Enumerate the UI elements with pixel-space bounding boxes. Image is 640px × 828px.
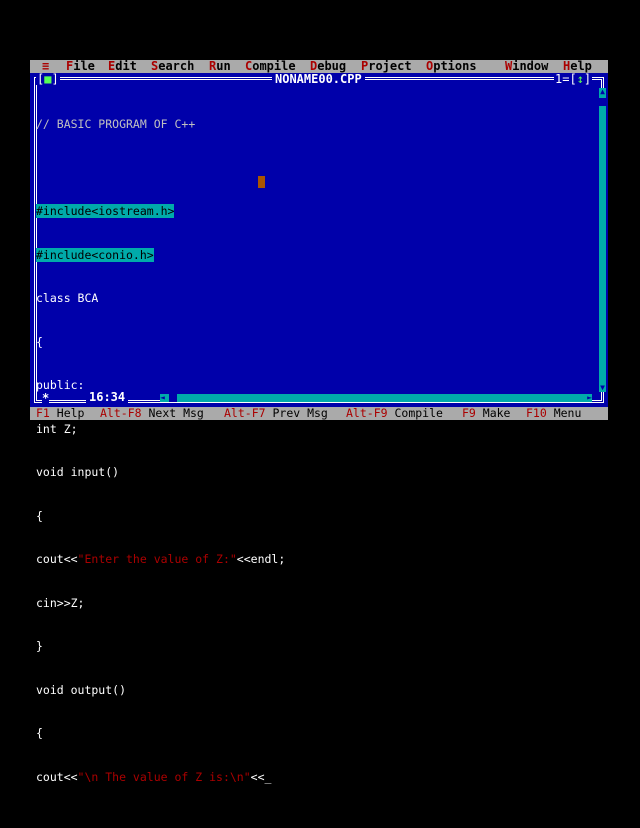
fkey-compile[interactable]: Alt-F9 Compile — [346, 407, 443, 420]
fkey-help[interactable]: F1 Help — [36, 407, 84, 420]
code-line: { — [36, 726, 43, 740]
menu-options[interactable]: Options — [426, 60, 477, 73]
cursor-position: 16:34 — [86, 391, 129, 403]
code-line: } — [36, 639, 43, 653]
horizontal-scrollbar[interactable]: ◄ ► — [160, 394, 592, 402]
scroll-right-icon[interactable]: ► — [584, 394, 592, 402]
code-editor[interactable]: // BASIC PROGRAM OF C++ #include<iostrea… — [36, 88, 584, 784]
window-title: NONAME00.CPP — [272, 73, 365, 85]
close-box[interactable]: [■] — [36, 73, 60, 85]
string-literal: "Enter the value of Z:" — [77, 552, 237, 566]
code-line: cout<<"\n The value of Z is:\n"<<_ — [36, 769, 272, 784]
code-line: { — [36, 334, 43, 349]
window-number-zoom[interactable]: 1=[↕] — [554, 72, 593, 86]
code-line: { — [36, 508, 43, 523]
menu-project[interactable]: Project — [361, 60, 412, 73]
scroll-up-icon[interactable]: ▲ — [599, 88, 606, 96]
window-status-line: * 16:34 ◄ ► — [30, 391, 608, 405]
code-line: // BASIC PROGRAM OF C++ — [36, 117, 196, 131]
code-line: int Z; — [36, 422, 584, 437]
vertical-scrollbar[interactable]: ▲ ▼ — [599, 88, 606, 392]
mouse-cursor — [258, 176, 265, 188]
fkey-next-msg[interactable]: Alt-F8 Next Msg — [100, 407, 204, 420]
fkey-menu[interactable]: F10 Menu — [526, 407, 581, 420]
menu-run[interactable]: Run — [209, 60, 231, 73]
turbo-cpp-ide: ≡ File Edit Search Run Compile Debug Pro… — [30, 60, 608, 784]
code-line: #include<iostream.h> — [36, 204, 584, 219]
code-line: #include<conio.h> — [36, 247, 584, 263]
scroll-left-icon[interactable]: ◄ — [160, 394, 168, 402]
zoom-icon: ↕ — [576, 72, 584, 86]
code-line: void output() — [36, 682, 127, 697]
code-line: cout<<"Enter the value of Z:"<<endl; — [36, 552, 286, 566]
scroll-down-icon[interactable]: ▼ — [599, 384, 606, 392]
selected-text: #include<conio.h> — [36, 247, 154, 262]
menu-search[interactable]: Search — [151, 60, 194, 73]
code-line: cin>>Z; — [36, 595, 85, 610]
horizontal-scroll-thumb[interactable] — [169, 394, 177, 402]
fkey-make[interactable]: F9 Make — [462, 407, 510, 420]
function-key-bar: F1 Help Alt-F8 Next Msg Alt-F7 Prev Msg … — [30, 407, 608, 420]
modified-indicator: * — [42, 391, 50, 405]
menu-edit[interactable]: Edit — [108, 60, 137, 73]
vertical-scroll-thumb[interactable] — [599, 98, 606, 106]
code-line: void input() — [36, 465, 120, 479]
string-literal: "\n The value of Z is:\n" — [77, 769, 251, 784]
menu-window[interactable]: Window — [505, 60, 548, 73]
window-title-bar: [■] NONAME00.CPP 1=[↕] — [30, 73, 608, 85]
fkey-prev-msg[interactable]: Alt-F7 Prev Msg — [224, 407, 328, 420]
menu-file[interactable]: File — [66, 60, 95, 73]
code-line: class BCA — [36, 291, 99, 305]
selected-text: #include<iostream.h> — [36, 204, 175, 218]
